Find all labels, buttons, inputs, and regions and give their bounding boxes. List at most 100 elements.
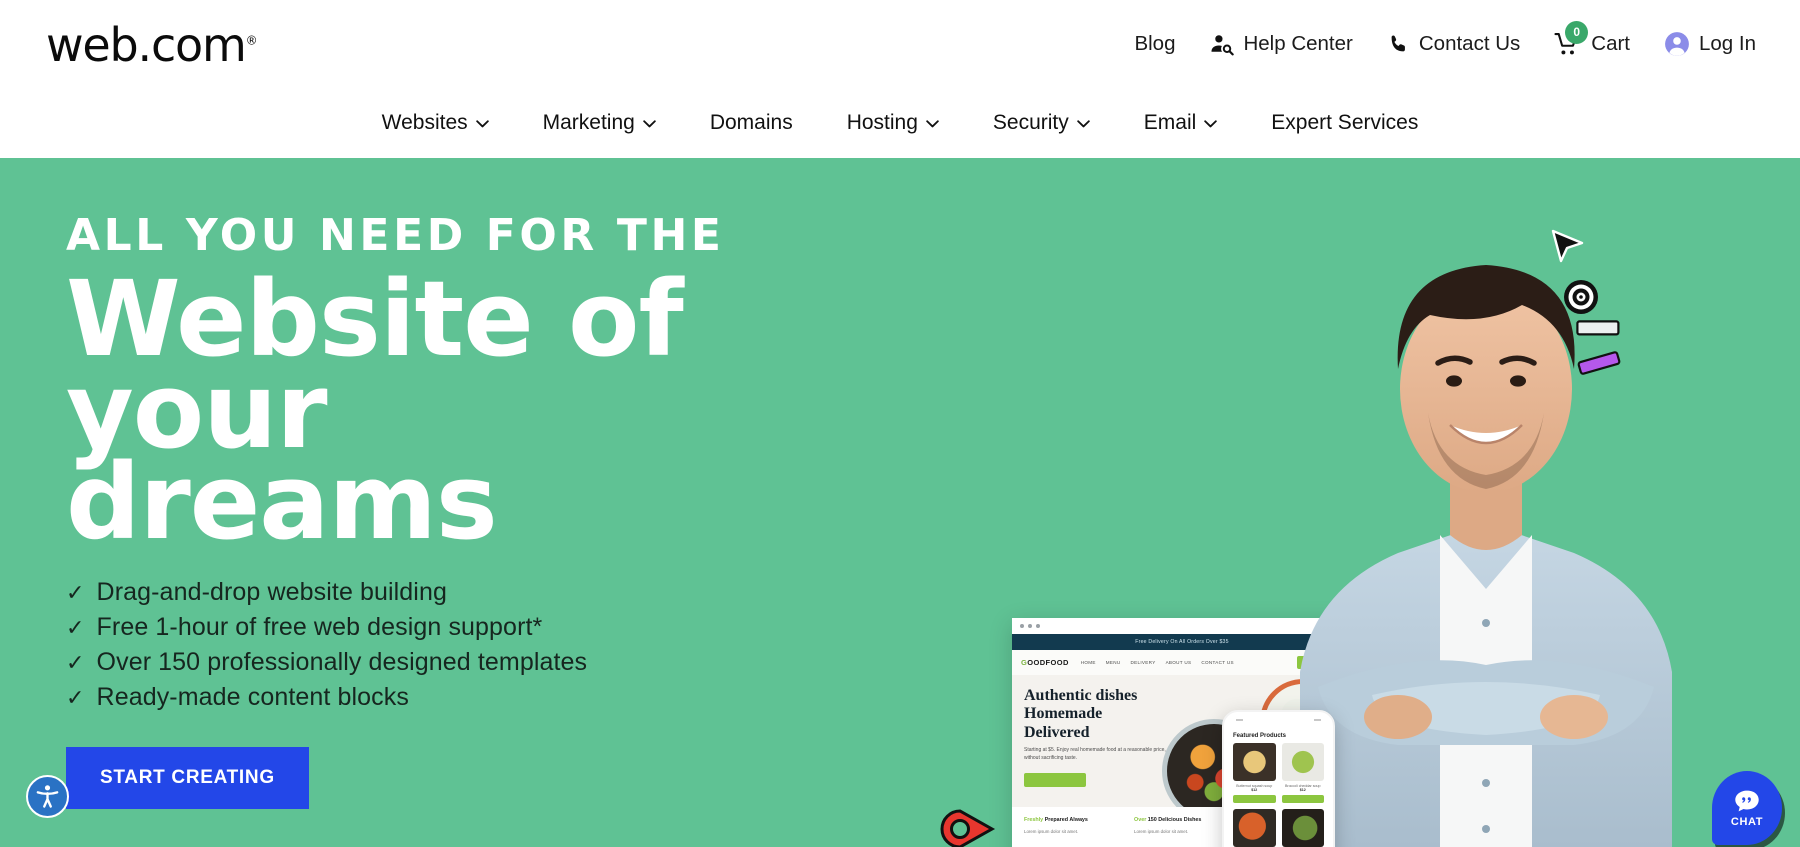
phone-status-line [1236,719,1243,721]
list-item-label: Drag-and-drop website building [96,577,447,606]
chevron-down-icon [475,120,489,128]
mockup-footer-column: Over 150 Delicious Dishes Lorem ipsum do… [1134,816,1228,836]
nav-item-hosting[interactable]: Hosting [820,111,966,135]
product-order-button [1233,795,1276,803]
mockup-logo-rest: OODFOOD [1027,658,1069,667]
phone-icon [1387,33,1410,56]
chat-button[interactable]: CHAT [1712,771,1782,845]
list-item: ✓ Over 150 professionally designed templ… [66,645,886,680]
mockup-footer-title-bold: 150 Delicious Dishes [1147,817,1202,823]
cart-count-badge: 0 [1565,20,1589,44]
accessibility-icon [36,785,59,808]
accessibility-button[interactable] [26,775,69,818]
purple-bar-doodle-icon [1577,351,1621,375]
mockup-footer-title-bold: Prepared Always [1044,817,1088,823]
product-price: $12 [1299,788,1306,792]
hero-section: Free Delivery On All Orders Over $35 GOO… [0,158,1800,847]
main-nav: Websites Marketing Domains Hosting Secur… [0,98,1800,156]
hero-copy: ALL YOU NEED FOR THE Website of your dre… [66,214,886,809]
check-icon: ✓ [66,579,85,605]
mockup-footer-body: Lorem ipsum dolor sit amet. [1024,829,1079,835]
location-pin-doodle-icon [940,809,996,847]
nav-item-marketing[interactable]: Marketing [516,111,683,135]
phone-status-line [1314,719,1321,721]
utility-link-log-in[interactable]: Log In [1664,31,1756,57]
nav-item-websites[interactable]: Websites [355,111,516,135]
window-dot [1036,624,1040,628]
check-icon: ✓ [66,684,85,710]
mockup-subtext: Starting at $5. Enjoy real homemade food… [1024,747,1166,761]
nav-item-email-label: Email [1143,111,1197,134]
chevron-down-icon [926,120,939,128]
utility-link-help-center[interactable]: Help Center [1209,32,1353,57]
check-icon: ✓ [66,649,85,675]
mockup-footer-column: Freshly Prepared Always Lorem ipsum dolo… [1024,816,1118,836]
utility-link-blog-label: Blog [1134,32,1176,55]
hero-eyebrow: ALL YOU NEED FOR THE [66,210,725,261]
product-image [1281,743,1324,781]
window-dot [1020,624,1024,628]
phone-mockup: Featured Products Butternut squash soup … [1222,710,1335,847]
utility-link-cart[interactable]: 0 Cart [1554,20,1630,57]
page-root: web.com® Blog Help Center Contact Us 0 C… [0,0,1800,847]
nav-item-expert-services[interactable]: Expert Services [1244,111,1445,135]
utility-link-blog[interactable]: Blog [1134,32,1175,56]
utility-link-contact-us[interactable]: Contact Us [1387,32,1520,56]
mockup-footer-title: Over 150 Delicious Dishes [1134,816,1228,824]
site-header: web.com® Blog Help Center Contact Us 0 C… [0,0,1800,158]
utility-bar: web.com® Blog Help Center Contact Us 0 C… [0,0,1800,98]
mockup-nav-link: HOME [1080,660,1096,665]
mockup-hero-button [1024,773,1086,787]
nav-item-hosting-label: Hosting [846,111,918,134]
mockup-logo: GOODFOOD [1021,658,1069,667]
list-item-label: Ready-made content blocks [96,682,409,711]
phone-product-card: Butternut squash soup $12 [1233,743,1276,803]
mockup-nav-link: ABOUT US [1165,660,1192,665]
target-doodle-icon [1564,280,1598,314]
nav-item-expert-services-label: Expert Services [1271,111,1419,134]
hero-headline-line1: Website of your [66,258,684,472]
mockup-footer-body: Lorem ipsum dolor sit amet. [1134,829,1189,835]
product-image [1281,809,1324,847]
utility-link-contact-us-label: Contact Us [1418,32,1521,55]
chevron-down-icon [643,120,656,128]
chevron-down-icon [1076,120,1090,128]
site-logo[interactable]: web.com® [46,22,258,68]
mockup-footer-title: Freshly Prepared Always [1024,816,1118,824]
utility-link-help-center-label: Help Center [1243,32,1353,55]
phone-product-card: Broccoli cheddar soup $12 [1281,743,1324,803]
utility-link-cart-label: Cart [1591,32,1630,55]
account-circle-icon [1664,31,1690,57]
hero-feature-list: ✓ Drag-and-drop website building ✓ Free … [66,575,886,715]
product-price: $12 [1251,788,1258,792]
list-item: ✓ Drag-and-drop website building [66,575,886,610]
window-dot [1028,624,1032,628]
utility-link-log-in-label: Log In [1699,32,1756,55]
phone-section-title: Featured Products [1233,733,1287,739]
nav-item-domains[interactable]: Domains [683,111,820,135]
nav-item-security-label: Security [992,111,1069,134]
mockup-footer-title-light: Freshly [1024,817,1044,823]
mockup-headline: Authentic dishes Homemade Delivered [1024,687,1138,741]
list-item-label: Free 1-hour of free web design support* [96,612,543,641]
logo-text: web.com [46,18,247,72]
white-bar-doodle-icon [1576,320,1620,336]
cart-icon: 0 [1554,20,1589,57]
chevron-down-icon [1204,120,1218,128]
hero-headline: Website of your dreams [66,267,886,554]
chat-button-label: CHAT [1730,815,1764,828]
nav-item-security[interactable]: Security [966,111,1117,135]
registered-trademark-icon: ® [245,33,258,48]
product-order-button [1281,795,1324,803]
cursor-arrow-doodle-icon [1551,229,1584,263]
nav-item-email[interactable]: Email [1117,111,1245,135]
phone-product-card: Spicy tomato curry [1233,809,1276,847]
nav-item-websites-label: Websites [381,111,468,134]
mockup-nav-link: DELIVERY [1130,660,1156,665]
phone-product-grid: Butternut squash soup $12 Broccoli chedd… [1224,743,1333,847]
check-icon: ✓ [66,614,85,640]
start-creating-button[interactable]: START CREATING [66,746,309,809]
phone-product-card: Roasted vegetable bowl [1281,809,1324,847]
mockup-nav-links: HOME MENU DELIVERY ABOUT US CONTACT US [1081,660,1234,665]
person-search-icon [1209,32,1235,57]
